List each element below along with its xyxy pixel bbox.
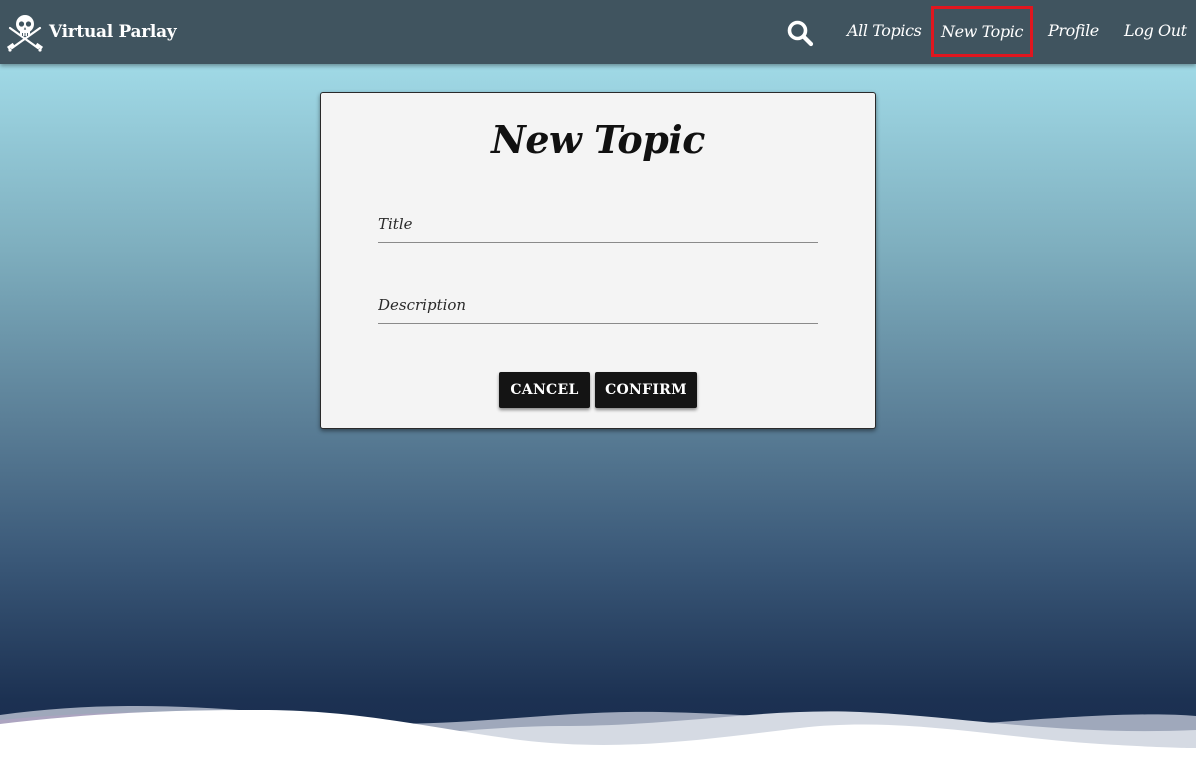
description-input[interactable] [378, 289, 818, 321]
brand-link[interactable]: Virtual Parlay [6, 12, 177, 52]
wave-decoration [0, 705, 1196, 784]
nav-new-topic[interactable]: New Topic [931, 6, 1033, 57]
confirm-button[interactable]: CONFIRM [595, 372, 697, 408]
cancel-button[interactable]: CANCEL [499, 372, 590, 408]
search-icon[interactable] [786, 19, 814, 47]
title-field [378, 208, 818, 243]
nav-log-out[interactable]: Log Out [1124, 10, 1187, 52]
top-navbar: Virtual Parlay All Topics New Topic Prof… [0, 0, 1196, 64]
nav-profile[interactable]: Profile [1048, 10, 1099, 52]
page-title: New Topic [491, 117, 705, 162]
description-field [378, 289, 818, 324]
title-input[interactable] [378, 208, 818, 240]
jolly-roger-icon [6, 15, 44, 52]
brand-title: Virtual Parlay [49, 22, 177, 42]
new-topic-card: New Topic CANCEL CONFIRM [320, 92, 876, 429]
nav-all-topics[interactable]: All Topics [847, 10, 922, 52]
